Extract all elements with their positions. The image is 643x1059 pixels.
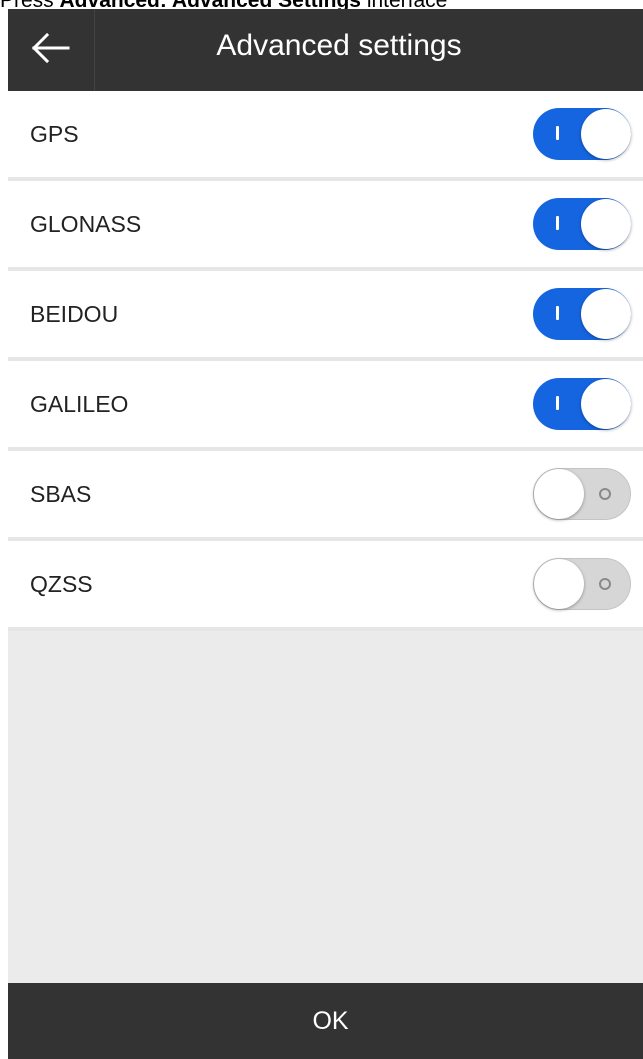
page-title: Advanced settings — [216, 29, 462, 62]
toggle-off-mark — [599, 488, 611, 500]
toggle-knob — [581, 379, 631, 429]
app-screen: Advanced settings GPS GLONASS BEIDOU GAL… — [8, 9, 643, 1059]
settings-list: GPS GLONASS BEIDOU GALILEO SBAS QZSS — [8, 91, 643, 631]
galileo-toggle[interactable] — [533, 378, 631, 430]
setting-label: GPS — [30, 120, 79, 147]
setting-label: QZSS — [30, 570, 93, 597]
qzss-toggle[interactable] — [533, 558, 631, 610]
setting-row-glonass: GLONASS — [8, 181, 643, 271]
setting-row-galileo: GALILEO — [8, 361, 643, 451]
toggle-knob — [581, 199, 631, 249]
toggle-off-mark — [599, 578, 611, 590]
sbas-toggle[interactable] — [533, 468, 631, 520]
ok-button[interactable]: OK — [8, 983, 643, 1059]
toggle-knob — [534, 469, 584, 519]
gps-toggle[interactable] — [533, 108, 631, 160]
setting-row-sbas: SBAS — [8, 451, 643, 541]
toggle-knob — [581, 109, 631, 159]
setting-label: BEIDOU — [30, 300, 119, 327]
top-bar: Advanced settings — [8, 9, 643, 91]
toggle-on-mark — [556, 126, 559, 140]
setting-label: GALILEO — [30, 390, 129, 417]
setting-row-beidou: BEIDOU — [8, 271, 643, 361]
setting-row-gps: GPS — [8, 91, 643, 181]
toggle-knob — [581, 289, 631, 339]
beidou-toggle[interactable] — [533, 288, 631, 340]
toggle-knob — [534, 559, 584, 609]
setting-label: GLONASS — [30, 210, 142, 237]
back-button[interactable] — [8, 9, 94, 91]
toggle-on-mark — [556, 396, 559, 410]
toggle-on-mark — [556, 216, 559, 230]
ok-label: OK — [312, 1007, 349, 1035]
arrow-left-icon — [31, 32, 71, 68]
toggle-on-mark — [556, 306, 559, 320]
setting-label: SBAS — [30, 480, 92, 507]
setting-row-qzss: QZSS — [8, 541, 643, 631]
glonass-toggle[interactable] — [533, 198, 631, 250]
